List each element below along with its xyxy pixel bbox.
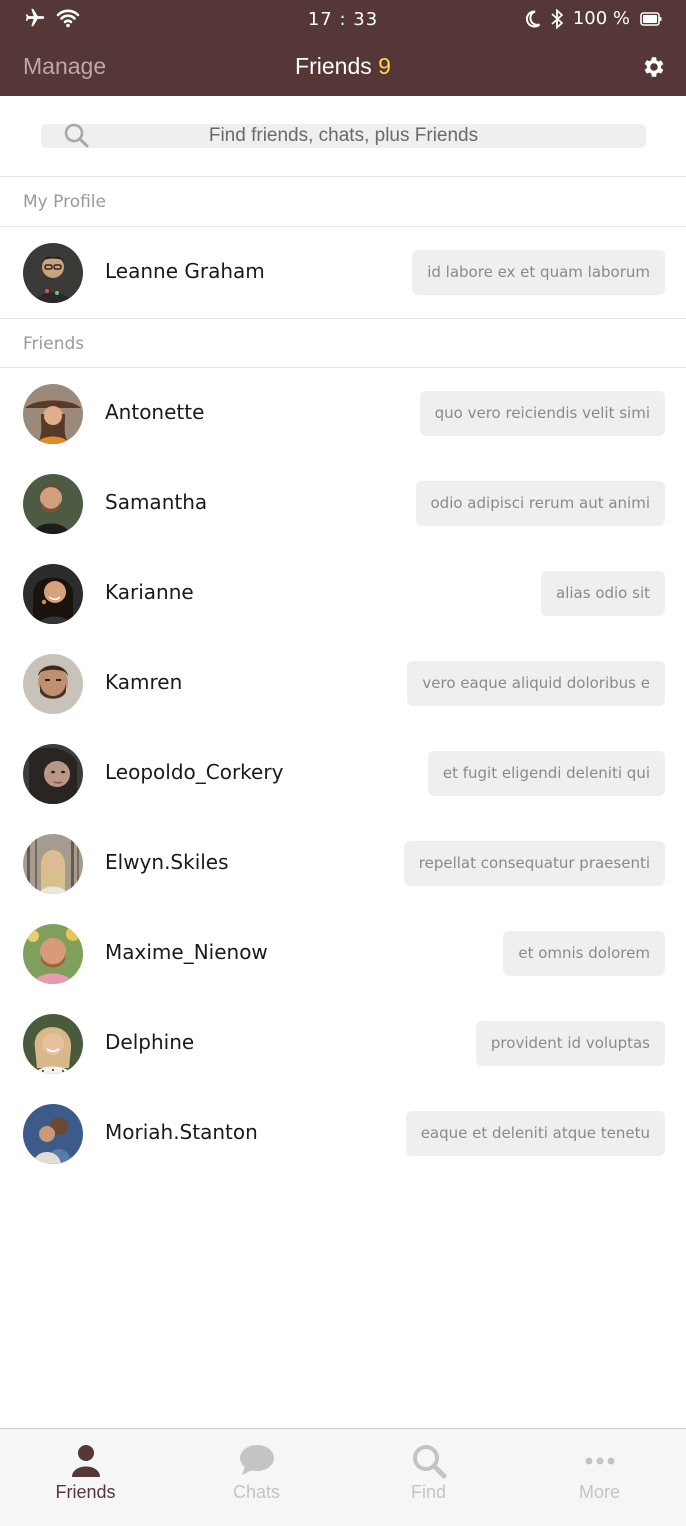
settings-gear-icon[interactable] [640,54,666,80]
avatar [23,924,83,984]
status-right: 100 % [525,8,662,29]
avatar [23,564,83,624]
avatar [23,384,83,444]
moon-icon [525,10,540,27]
more-dots-icon [585,1457,614,1465]
page-title-text: Friends [295,53,372,79]
friend-row[interactable]: Leopoldo_Corkery et fugit eligendi delen… [0,729,686,819]
tab-chats[interactable]: Chats [171,1429,342,1526]
tab-bar: Friends Chats Find More [0,1428,686,1526]
chat-bubble-icon [239,1445,274,1475]
avatar [23,654,83,714]
status-message: quo vero reiciendis velit simi [419,391,665,436]
tab-label: More [578,1482,620,1502]
page-title: Friends 9 [0,53,686,80]
friend-name: Elwyn.Skiles [105,850,229,874]
section-header-my-profile: My Profile [0,177,686,227]
tab-more[interactable]: More [514,1429,685,1526]
status-message: alias odio sit [541,571,665,616]
friend-row[interactable]: Kamren vero eaque aliquid doloribus e [0,639,686,729]
top-bar: 17 : 33 100 % Manage Friends 9 [0,0,686,96]
tab-label: Find [410,1482,446,1502]
status-message: id labore ex et quam laborum [412,250,665,295]
profile-row[interactable]: Leanne Graham id labore ex et quam labor… [0,228,686,318]
avatar [23,1104,83,1164]
avatar [23,834,83,894]
person-icon [71,1445,100,1477]
friend-name: Moriah.Stanton [105,1120,258,1144]
battery-percent: 100 % [572,8,630,29]
friend-row[interactable]: Delphine provident id voluptas [0,999,686,1089]
bluetooth-icon [551,8,563,29]
friend-name: Antonette [105,400,205,424]
status-message: provident id voluptas [475,1021,665,1066]
search-bar [0,96,686,177]
friend-count: 9 [378,53,391,79]
section-label: My Profile [23,192,106,212]
search-icon [412,1445,446,1479]
profile-name: Leanne Graham [105,259,265,283]
status-message: et omnis dolorem [503,931,665,976]
status-bar: 17 : 33 100 % [0,0,686,40]
friend-row[interactable]: Maxime_Nienow et omnis dolorem [0,909,686,999]
tab-find[interactable]: Find [343,1429,514,1526]
search-input[interactable] [41,124,646,148]
friend-name: Delphine [105,1030,195,1054]
status-message: eaque et deleniti atque tenetu [405,1111,665,1156]
status-message: et fugit eligendi deleniti qui [427,751,665,796]
status-message: odio adipisci rerum aut animi [415,481,665,526]
avatar [23,744,83,804]
section-label: Friends [23,334,85,354]
battery-icon [640,11,662,26]
tab-friends[interactable]: Friends [0,1429,171,1526]
friend-row[interactable]: Samantha odio adipisci rerum aut animi [0,459,686,549]
friend-row[interactable]: Elwyn.Skiles repellat consequatur praese… [0,819,686,909]
friend-name: Kamren [105,670,183,694]
status-message: vero eaque aliquid doloribus e [407,661,665,706]
friend-row[interactable]: Karianne alias odio sit [0,549,686,639]
section-header-friends: Friends [0,318,686,368]
tab-label: Friends [55,1482,116,1502]
friend-row[interactable]: Antonette quo vero reiciendis velit simi [0,369,686,459]
friend-name: Maxime_Nienow [105,940,268,964]
avatar [23,243,83,303]
status-message: repellat consequatur praesenti [403,841,665,886]
friend-name: Leopoldo_Corkery [105,760,284,784]
avatar [23,474,83,534]
tab-label: Chats [232,1482,281,1502]
avatar [23,1014,83,1074]
friend-row[interactable]: Moriah.Stanton eaque et deleniti atque t… [0,1089,686,1179]
friend-name: Karianne [105,580,194,604]
search-box[interactable] [41,123,646,148]
friend-name: Samantha [105,490,208,514]
